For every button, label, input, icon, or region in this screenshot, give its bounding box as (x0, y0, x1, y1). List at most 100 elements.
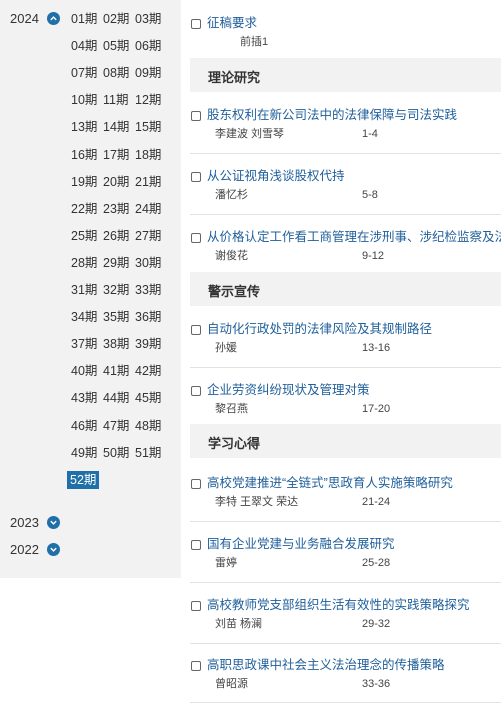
issue-link[interactable]: 33期 (135, 282, 161, 298)
issue-link[interactable]: 44期 (103, 390, 129, 406)
issue-link[interactable]: 08期 (103, 65, 129, 81)
issue-link[interactable]: 21期 (135, 174, 161, 190)
issue-link[interactable]: 09期 (135, 65, 161, 81)
article-checkbox[interactable] (191, 601, 201, 611)
article-title-link[interactable]: 国有企业党建与业务融合发展研究 (207, 536, 395, 552)
issue-link[interactable]: 47期 (103, 418, 129, 434)
issue-link[interactable]: 49期 (71, 445, 97, 461)
issue-link[interactable]: 06期 (135, 38, 161, 54)
chevron-down-icon[interactable] (47, 543, 60, 556)
article-title-link[interactable]: 高职思政课中社会主义法治理念的传播策略 (207, 657, 445, 673)
issue-link[interactable]: 11期 (103, 92, 128, 108)
issue-link[interactable]: 25期 (71, 228, 97, 244)
article-title-link[interactable]: 自动化行政处罚的法律风险及其规制路径 (207, 321, 432, 337)
section-header: 理论研究 (190, 58, 501, 92)
year-label[interactable]: 2022 (10, 542, 39, 558)
article-title-link[interactable]: 从价格认定工作看工商管理在涉刑事、涉纪检监察及法 (207, 229, 501, 245)
issue-link[interactable]: 24期 (135, 201, 161, 217)
chevron-down-icon[interactable] (47, 516, 60, 529)
issue-link[interactable]: 26期 (103, 228, 129, 244)
issue-link[interactable]: 18期 (135, 147, 161, 163)
article-checkbox[interactable] (191, 540, 201, 550)
issue-link[interactable]: 29期 (103, 255, 129, 271)
issue-link[interactable]: 14期 (103, 119, 129, 135)
issue-link[interactable]: 45期 (135, 390, 161, 406)
issue-link[interactable]: 40期 (71, 363, 97, 379)
issue-link[interactable]: 42期 (135, 363, 161, 379)
article-title-link[interactable]: 高校教师党支部组织生活有效性的实践策略探究 (207, 597, 470, 613)
article-checkbox[interactable] (191, 325, 201, 335)
section-header: 学习心得 (190, 424, 501, 458)
issue-link[interactable]: 12期 (135, 92, 161, 108)
issue-link[interactable]: 30期 (135, 255, 161, 271)
issue-link[interactable]: 31期 (71, 282, 97, 298)
issue-link[interactable]: 02期 (103, 11, 129, 27)
issue-link[interactable]: 51期 (135, 445, 161, 461)
year-issue-sidebar: 2024 01期 02期 03期 04期 05期 06期 07期 08期 09期 10期 11期 12期… (0, 0, 181, 578)
divider (190, 214, 501, 215)
issue-link[interactable]: 15期 (135, 119, 161, 135)
article-checkbox[interactable] (191, 233, 201, 243)
article-pages: 21-24 (362, 496, 391, 508)
issue-link[interactable]: 19期 (71, 174, 97, 190)
section-title: 学习心得 (208, 436, 261, 451)
article-title-link[interactable]: 股东权利在新公司法中的法律保障与司法实践 (207, 107, 457, 123)
divider (190, 153, 501, 154)
article-checkbox[interactable] (191, 111, 201, 121)
article-pages: 前插1 (240, 36, 269, 48)
issue-link[interactable]: 01期 (71, 11, 97, 27)
article-title-link[interactable]: 从公证视角浅谈股权代持 (207, 168, 345, 184)
issue-link[interactable]: 13期 (71, 119, 97, 135)
issue-link[interactable]: 22期 (71, 201, 97, 217)
issue-link[interactable]: 38期 (103, 336, 129, 352)
article-pages: 9-12 (362, 250, 385, 262)
article-authors: 孙媛 (215, 342, 237, 354)
article-pages: 5-8 (362, 189, 378, 201)
issue-link[interactable]: 10期 (71, 92, 97, 108)
issue-link[interactable]: 28期 (71, 255, 97, 271)
issue-link[interactable]: 36期 (135, 309, 161, 325)
section-header: 警示宣传 (190, 272, 501, 306)
issue-link[interactable]: 39期 (135, 336, 161, 352)
article-title-link[interactable]: 征稿要求 (207, 15, 257, 31)
issue-link[interactable]: 41期 (103, 363, 129, 379)
article-pages: 1-4 (362, 128, 378, 140)
issue-link[interactable]: 27期 (135, 228, 161, 244)
issue-link[interactable]: 07期 (71, 65, 97, 81)
section-title: 理论研究 (208, 70, 261, 85)
article-title-link[interactable]: 高校党建推进“全链式”思政育人实施策略研究 (207, 475, 453, 491)
chevron-up-icon[interactable] (47, 12, 60, 25)
issue-link[interactable]: 50期 (103, 445, 129, 461)
issue-link[interactable]: 23期 (103, 201, 129, 217)
issue-link[interactable]: 04期 (71, 38, 97, 54)
article-checkbox[interactable] (191, 386, 201, 396)
year-label[interactable]: 2024 (10, 11, 39, 27)
issue-link[interactable]: 16期 (71, 147, 97, 163)
issue-link[interactable]: 52期 (67, 470, 100, 489)
issue-link[interactable]: 37期 (71, 336, 97, 352)
divider (190, 582, 501, 583)
issue-link[interactable]: 03期 (135, 11, 161, 27)
article-checkbox[interactable] (191, 172, 201, 182)
article-pages: 33-36 (362, 678, 391, 690)
issue-link[interactable]: 20期 (103, 174, 129, 190)
issue-link[interactable]: 48期 (135, 418, 161, 434)
article-authors: 谢俊花 (215, 250, 248, 262)
article-authors: 雷婷 (215, 557, 237, 569)
article-pages: 29-32 (362, 618, 391, 630)
article-pages: 25-28 (362, 557, 391, 569)
section-title: 警示宣传 (208, 284, 261, 299)
issue-link[interactable]: 43期 (71, 390, 97, 406)
article-checkbox[interactable] (191, 19, 201, 29)
year-label[interactable]: 2023 (10, 515, 39, 531)
article-title-link[interactable]: 企业劳资纠纷现状及管理对策 (207, 382, 370, 398)
issue-link[interactable]: 32期 (103, 282, 129, 298)
article-authors: 潘忆杉 (215, 189, 248, 201)
article-checkbox[interactable] (191, 479, 201, 489)
article-checkbox[interactable] (191, 661, 201, 671)
issue-link[interactable]: 17期 (103, 147, 129, 163)
issue-link[interactable]: 05期 (103, 38, 129, 54)
issue-link[interactable]: 35期 (103, 309, 129, 325)
issue-link[interactable]: 46期 (71, 418, 97, 434)
issue-link[interactable]: 34期 (71, 309, 97, 325)
